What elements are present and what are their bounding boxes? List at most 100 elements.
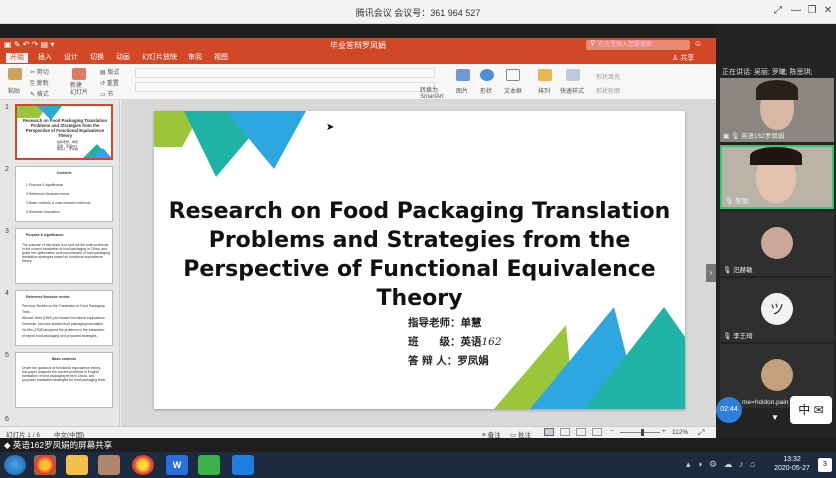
- tab-review[interactable]: 审阅: [184, 53, 206, 63]
- current-slide[interactable]: Research on Food Packaging Translation P…: [154, 111, 685, 409]
- copy-button[interactable]: ⎘ 复制: [30, 78, 48, 88]
- slide-thumbnail-panel[interactable]: 1 Research on Food Packaging Translation…: [0, 100, 120, 426]
- meeting-title-bar: 腾讯会议 会议号：361 964 527 ⤢ — ❐ ✕: [0, 0, 836, 24]
- file-explorer-icon[interactable]: [66, 455, 88, 475]
- class-label: 班 级：: [408, 336, 461, 348]
- cut-button[interactable]: ✂ 剪切: [30, 67, 49, 76]
- section-button[interactable]: ▭ 节: [100, 89, 113, 98]
- participant-name: 🎙 李王琦: [723, 333, 753, 340]
- restore-icon[interactable]: ❐: [804, 4, 820, 18]
- photo-app-icon[interactable]: [98, 455, 120, 475]
- reading-view-button[interactable]: [576, 428, 586, 436]
- new-slide-label: 新建 幻灯片: [70, 83, 89, 96]
- shape-fill-button[interactable]: 形状填充: [596, 72, 620, 81]
- slide-title-line: Research on Food Packaging Translation: [168, 199, 671, 224]
- person-hair: [750, 147, 802, 165]
- browser-icon[interactable]: [132, 455, 154, 475]
- participant-tile-4[interactable]: ツ 🎙 李王琦: [720, 278, 834, 342]
- slide-title-line: Problems and Strategies from the: [208, 228, 631, 253]
- slide-thumbnail-2[interactable]: Contents 1 Purpose & significance 2 Refe…: [15, 166, 113, 222]
- advisor-value: 单慧: [460, 317, 482, 329]
- shape-outline-button[interactable]: 形状轮廓: [596, 86, 620, 95]
- zoom-slider-thumb[interactable]: [641, 429, 645, 436]
- slide-thumbnail-1[interactable]: Research on Food Packaging Translation P…: [15, 104, 113, 160]
- paste-label: 粘贴: [8, 89, 21, 95]
- arrange-label: 排列: [538, 89, 551, 95]
- picture-icon[interactable]: [456, 69, 470, 81]
- fit-slide-icon[interactable]: ⤢: [698, 428, 704, 438]
- tab-animations[interactable]: 动画: [112, 53, 134, 63]
- slide-title[interactable]: Research on Food Packaging Translation P…: [154, 197, 685, 313]
- scroll-down-icon[interactable]: ▼: [771, 413, 779, 422]
- reset-button[interactable]: ↺ 重置: [100, 78, 119, 87]
- slide-title-line: Theory: [376, 286, 463, 311]
- minimize-icon[interactable]: —: [788, 4, 804, 18]
- tab-transitions[interactable]: 切换: [86, 53, 108, 63]
- new-slide-icon[interactable]: [72, 68, 86, 80]
- wps-writer-icon[interactable]: W: [166, 455, 188, 475]
- advisor-line[interactable]: 指导老师：单慧: [408, 315, 482, 330]
- participant-video-1[interactable]: ▣ 🎙 英语162罗凤娟: [720, 78, 834, 142]
- convert-smartart-label[interactable]: 转换为 SmartArt: [420, 88, 444, 100]
- tencent-meeting-icon[interactable]: [232, 455, 254, 475]
- thumb-line: 4 Research innovation: [26, 210, 60, 214]
- avatar: [761, 359, 793, 391]
- thumb-line: Basic contents: [51, 357, 77, 361]
- shape-icon[interactable]: [480, 69, 494, 81]
- zoom-level[interactable]: 112%: [672, 429, 688, 436]
- start-button[interactable]: [4, 455, 26, 475]
- share-button[interactable]: ♙ 共享: [672, 53, 694, 63]
- tab-design[interactable]: 设计: [60, 53, 82, 63]
- participant-tile-3[interactable]: 🎙 汜赫敏: [720, 212, 834, 276]
- paragraph-controls[interactable]: [135, 82, 435, 92]
- class-line[interactable]: 班 级：英语162: [408, 334, 502, 349]
- system-tray[interactable]: ▴ ◑ ⚙ ☁ ♪ ⌂: [686, 459, 757, 470]
- tab-insert[interactable]: 插入: [34, 53, 56, 63]
- zoom-slider[interactable]: [620, 429, 660, 436]
- slide-editing-area[interactable]: Research on Food Packaging Translation P…: [121, 100, 716, 426]
- tab-slideshow[interactable]: 幻灯片放映: [138, 53, 181, 63]
- mouse-cursor-icon: ➤: [326, 122, 335, 133]
- zoom-out-button[interactable]: −: [610, 428, 614, 435]
- defender-line[interactable]: 答 辩 人：罗凤娟: [408, 353, 489, 368]
- ppt-search-box[interactable]: 在这里输入您要搜索: [586, 40, 690, 50]
- chrome-icon[interactable]: [34, 455, 56, 475]
- panel-toggle-arrow-icon[interactable]: ›: [706, 264, 716, 282]
- arrange-icon[interactable]: [538, 69, 552, 81]
- timer-badge[interactable]: 02:44: [716, 397, 742, 423]
- font-controls[interactable]: [135, 68, 435, 78]
- close-icon[interactable]: ✕: [820, 4, 836, 18]
- zoom-in-button[interactable]: +: [662, 428, 666, 435]
- quick-style-label: 快速样式: [560, 89, 585, 95]
- ime-float-toolbar[interactable]: 中 ✉: [790, 396, 832, 424]
- ppt-title-bar: ▣ ✎ ↶ ↷ ▤ ▾ 毕业答辩罗凤娟 在这里输入您要搜索 ⚲ ☺: [0, 38, 716, 52]
- avatar: ツ: [761, 293, 793, 325]
- thumbnail-number: 2: [5, 166, 9, 173]
- sorter-view-button[interactable]: [560, 428, 570, 436]
- system-clock[interactable]: 13:32 2020-05-27: [770, 455, 814, 473]
- screen-share-label: ◆ 英语162罗凤娟的屏幕共享: [4, 440, 113, 450]
- textbox-icon[interactable]: [506, 69, 520, 81]
- participant-name: 🎙 吴丽: [725, 198, 749, 205]
- class-number: 162: [481, 336, 502, 348]
- user-icon[interactable]: ☺: [694, 39, 702, 48]
- thumb-line: Theory: [57, 133, 73, 138]
- layout-button[interactable]: ▤ 版式: [100, 67, 119, 76]
- status-bar: 幻灯片 1 / 6 中文(中国) ≡ 备注 ▭ 批注 − + 112% ⤢: [0, 426, 716, 439]
- wechat-icon[interactable]: [198, 455, 220, 475]
- normal-view-button[interactable]: [544, 428, 554, 436]
- slide-thumbnail-4[interactable]: Reference literature review Previous Stu…: [15, 290, 113, 346]
- notification-center-icon[interactable]: 3: [818, 458, 832, 472]
- advisor-label: 指导老师：: [408, 317, 461, 329]
- slideshow-view-button[interactable]: [592, 428, 602, 436]
- paste-icon[interactable]: [8, 68, 22, 80]
- fullscreen-icon[interactable]: ⤢: [770, 4, 786, 18]
- thumb-line: Purpose & significance: [26, 233, 64, 237]
- participant-video-2[interactable]: 🎙 吴丽: [720, 145, 834, 209]
- quick-style-icon[interactable]: [566, 69, 580, 81]
- slide-thumbnail-5[interactable]: Basic contents Under the guidance of fun…: [15, 352, 113, 408]
- format-painter-button[interactable]: ✎ 格式: [30, 89, 49, 98]
- slide-thumbnail-3[interactable]: Purpose & significance The purpose of th…: [15, 228, 113, 284]
- tab-home[interactable]: 开始: [6, 53, 28, 63]
- tab-view[interactable]: 视图: [210, 53, 232, 63]
